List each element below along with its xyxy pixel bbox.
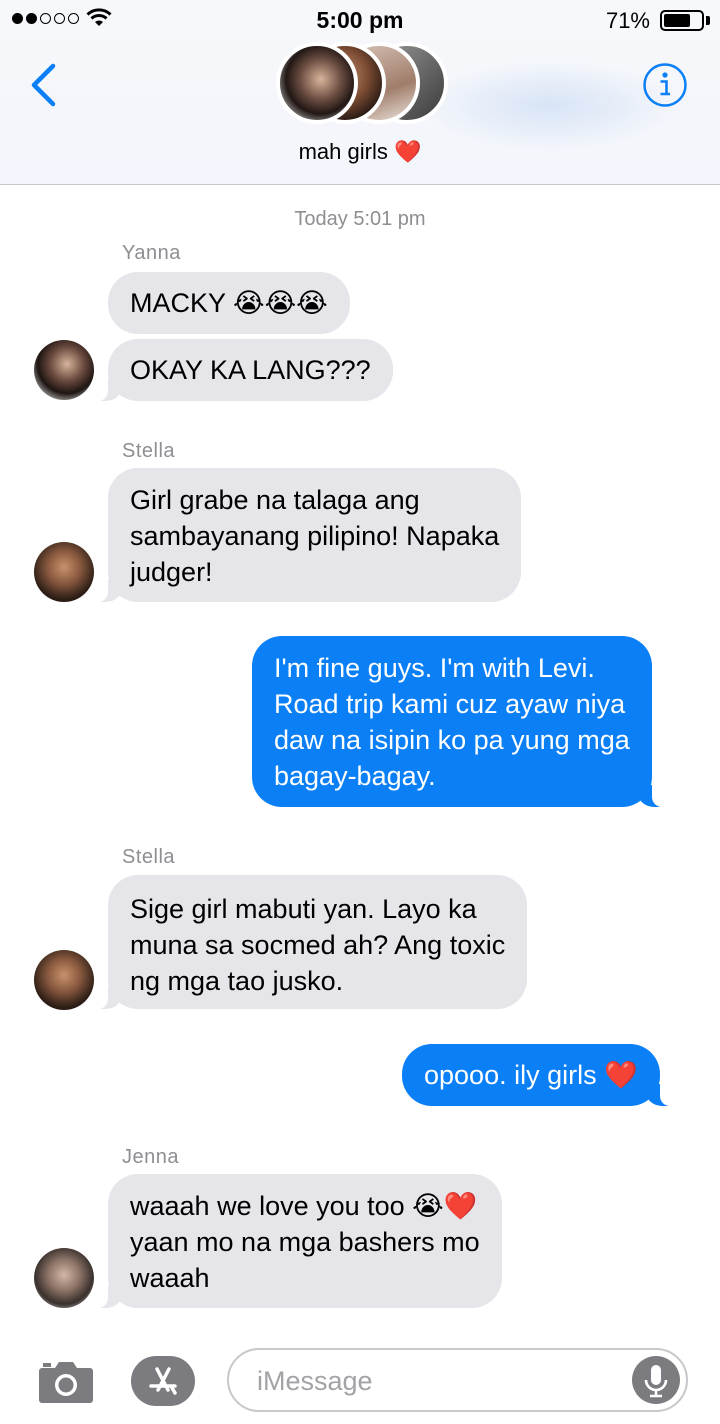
avatar[interactable] [34,542,94,602]
message-text: Girl grabe na talaga ang sambayanang pil… [130,485,500,587]
header-blur-glow [420,60,680,150]
message-text: I'm fine guys. I'm with Levi. Road trip … [274,653,630,791]
sender-name: Yanna [122,242,181,264]
group-name-emoji: ❤️ [393,139,422,164]
status-bar: 5:00 pm 71% [0,0,720,40]
member-avatar [276,42,358,124]
message-bubble-incoming[interactable]: waaah we love you too 😭❤️ yaan mo na mga… [90,1174,502,1308]
sender-name: Jenna [122,1146,179,1168]
message-bubble-incoming[interactable]: Girl grabe na talaga ang sambayanang pil… [89,468,522,602]
microphone-icon[interactable] [632,1356,680,1404]
imessage-input[interactable]: iMessage [227,1348,688,1412]
input-placeholder: iMessage [257,1366,373,1396]
group-name-text: mah girls [298,139,388,164]
battery-icon [660,10,704,31]
battery-level [664,14,690,27]
battery-percentage: 71% [605,8,650,33]
message-text: waaah we love you too 😭❤️ yaan mo na mga… [130,1191,480,1293]
message-text: MACKY 😭😭😭 [130,288,328,318]
group-avatar-stack[interactable] [276,42,456,124]
avatar[interactable] [34,340,94,400]
message-text: opooo. ily girls ❤️ [424,1060,638,1090]
sender-name: Stella [122,440,176,462]
message-text: Sige girl mabuti yan. Layo ka muna sa so… [130,894,506,996]
battery-tip [706,16,710,25]
message-bubble-outgoing[interactable]: I'm fine guys. I'm with Levi. Road trip … [252,636,670,807]
avatar[interactable] [34,1248,94,1308]
camera-icon[interactable] [38,1358,94,1404]
message-bubble-incoming[interactable]: OKAY KA LANG??? [90,339,393,401]
app-store-icon[interactable] [131,1356,195,1406]
sender-name: Stella [122,846,176,868]
info-icon[interactable] [642,62,688,108]
message-bubble-outgoing[interactable]: opooo. ily girls ❤️ [402,1044,678,1106]
chevron-left-icon[interactable] [28,62,58,108]
group-name[interactable]: mah girls ❤️ [0,139,720,165]
message-bubble-incoming[interactable]: Sige girl mabuti yan. Layo ka muna sa so… [89,875,528,1009]
message-bubble-incoming[interactable]: MACKY 😭😭😭 [108,272,350,334]
avatar[interactable] [34,950,94,1010]
conversation-timestamp: Today 5:01 pm [294,208,426,230]
message-input-bar: iMessage [0,1336,720,1424]
message-text: OKAY KA LANG??? [130,355,371,385]
